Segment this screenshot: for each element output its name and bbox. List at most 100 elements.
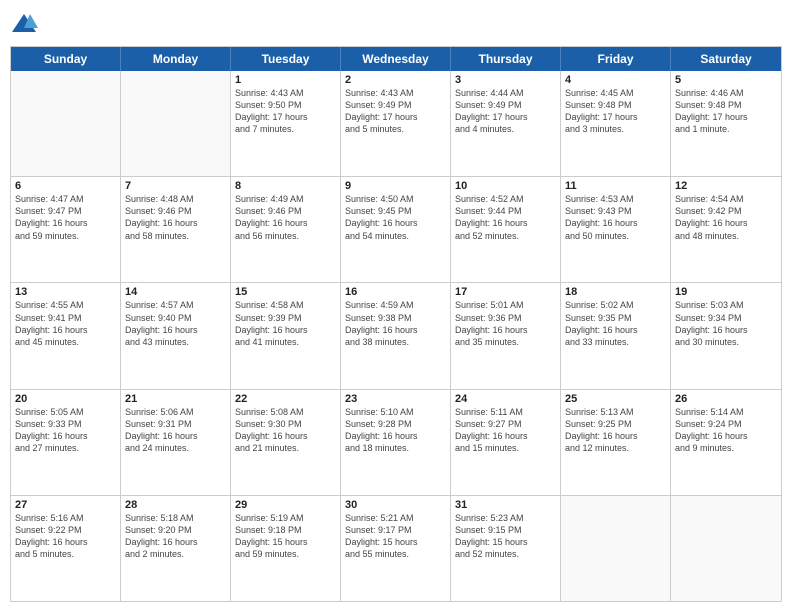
cell-line: Sunset: 9:24 PM [675, 418, 777, 430]
cal-cell-3: 3Sunrise: 4:44 AMSunset: 9:49 PMDaylight… [451, 71, 561, 176]
header-day-friday: Friday [561, 47, 671, 71]
cell-line: Sunset: 9:31 PM [125, 418, 226, 430]
day-number: 2 [345, 74, 446, 86]
day-number: 10 [455, 180, 556, 192]
cell-line: Sunset: 9:30 PM [235, 418, 336, 430]
cell-line: Sunrise: 4:58 AM [235, 299, 336, 311]
cell-line: Daylight: 17 hours [565, 111, 666, 123]
cell-line: Sunrise: 5:05 AM [15, 406, 116, 418]
day-number: 7 [125, 180, 226, 192]
day-number: 11 [565, 180, 666, 192]
cell-line: Daylight: 16 hours [125, 217, 226, 229]
cell-line: Daylight: 16 hours [455, 430, 556, 442]
day-number: 19 [675, 286, 777, 298]
day-number: 3 [455, 74, 556, 86]
cal-cell-27: 27Sunrise: 5:16 AMSunset: 9:22 PMDayligh… [11, 496, 121, 601]
cal-cell-5: 5Sunrise: 4:46 AMSunset: 9:48 PMDaylight… [671, 71, 781, 176]
cell-line: Sunrise: 4:45 AM [565, 87, 666, 99]
cell-line: Sunrise: 5:14 AM [675, 406, 777, 418]
cal-cell-26: 26Sunrise: 5:14 AMSunset: 9:24 PMDayligh… [671, 390, 781, 495]
cell-line: and 55 minutes. [345, 548, 446, 560]
cell-line: and 27 minutes. [15, 442, 116, 454]
cell-line: and 41 minutes. [235, 336, 336, 348]
day-number: 1 [235, 74, 336, 86]
cell-line: and 50 minutes. [565, 230, 666, 242]
cell-line: and 43 minutes. [125, 336, 226, 348]
cell-line: Daylight: 16 hours [15, 217, 116, 229]
cell-line: and 4 minutes. [455, 123, 556, 135]
day-number: 23 [345, 393, 446, 405]
logo-icon [10, 10, 38, 38]
cal-cell-10: 10Sunrise: 4:52 AMSunset: 9:44 PMDayligh… [451, 177, 561, 282]
cell-line: Daylight: 16 hours [125, 430, 226, 442]
cal-cell-25: 25Sunrise: 5:13 AMSunset: 9:25 PMDayligh… [561, 390, 671, 495]
cal-cell-24: 24Sunrise: 5:11 AMSunset: 9:27 PMDayligh… [451, 390, 561, 495]
cell-line: Sunset: 9:40 PM [125, 312, 226, 324]
header-day-monday: Monday [121, 47, 231, 71]
cal-cell-19: 19Sunrise: 5:03 AMSunset: 9:34 PMDayligh… [671, 283, 781, 388]
cal-cell-4: 4Sunrise: 4:45 AMSunset: 9:48 PMDaylight… [561, 71, 671, 176]
cell-line: Daylight: 16 hours [235, 430, 336, 442]
cell-line: Sunrise: 5:16 AM [15, 512, 116, 524]
cell-line: Sunset: 9:18 PM [235, 524, 336, 536]
cell-line: Daylight: 16 hours [125, 324, 226, 336]
cell-line: Sunrise: 5:21 AM [345, 512, 446, 524]
cell-line: Daylight: 16 hours [455, 217, 556, 229]
cell-line: and 1 minute. [675, 123, 777, 135]
cell-line: Sunset: 9:46 PM [235, 205, 336, 217]
cell-line: Daylight: 16 hours [345, 217, 446, 229]
cell-line: Daylight: 16 hours [675, 217, 777, 229]
cell-line: Sunset: 9:36 PM [455, 312, 556, 324]
day-number: 29 [235, 499, 336, 511]
day-number: 31 [455, 499, 556, 511]
cell-line: Sunset: 9:25 PM [565, 418, 666, 430]
cell-line: Daylight: 17 hours [235, 111, 336, 123]
cal-cell-23: 23Sunrise: 5:10 AMSunset: 9:28 PMDayligh… [341, 390, 451, 495]
day-number: 18 [565, 286, 666, 298]
cell-line: Sunset: 9:46 PM [125, 205, 226, 217]
cell-line: and 59 minutes. [15, 230, 116, 242]
cal-cell-30: 30Sunrise: 5:21 AMSunset: 9:17 PMDayligh… [341, 496, 451, 601]
cell-line: Sunset: 9:33 PM [15, 418, 116, 430]
cell-line: Daylight: 16 hours [345, 324, 446, 336]
day-number: 30 [345, 499, 446, 511]
cell-line: Sunset: 9:43 PM [565, 205, 666, 217]
cell-line: Sunrise: 4:47 AM [15, 193, 116, 205]
cal-cell-1: 1Sunrise: 4:43 AMSunset: 9:50 PMDaylight… [231, 71, 341, 176]
day-number: 15 [235, 286, 336, 298]
cell-line: Sunrise: 5:03 AM [675, 299, 777, 311]
cell-line: Sunrise: 4:53 AM [565, 193, 666, 205]
calendar-row-5: 27Sunrise: 5:16 AMSunset: 9:22 PMDayligh… [11, 496, 781, 601]
cell-line: Daylight: 16 hours [15, 536, 116, 548]
cell-line: Daylight: 16 hours [345, 430, 446, 442]
cell-line: Daylight: 16 hours [675, 430, 777, 442]
day-number: 9 [345, 180, 446, 192]
cell-line: Sunrise: 5:10 AM [345, 406, 446, 418]
cell-line: Sunrise: 5:01 AM [455, 299, 556, 311]
calendar-header: SundayMondayTuesdayWednesdayThursdayFrid… [11, 47, 781, 71]
calendar-body: 1Sunrise: 4:43 AMSunset: 9:50 PMDaylight… [11, 71, 781, 601]
cell-line: Daylight: 15 hours [345, 536, 446, 548]
day-number: 21 [125, 393, 226, 405]
cell-line: Sunrise: 4:44 AM [455, 87, 556, 99]
cal-cell-21: 21Sunrise: 5:06 AMSunset: 9:31 PMDayligh… [121, 390, 231, 495]
cal-cell-2: 2Sunrise: 4:43 AMSunset: 9:49 PMDaylight… [341, 71, 451, 176]
cell-line: and 59 minutes. [235, 548, 336, 560]
day-number: 25 [565, 393, 666, 405]
cal-cell-11: 11Sunrise: 4:53 AMSunset: 9:43 PMDayligh… [561, 177, 671, 282]
cell-line: Sunrise: 4:55 AM [15, 299, 116, 311]
header-day-sunday: Sunday [11, 47, 121, 71]
cal-cell-7: 7Sunrise: 4:48 AMSunset: 9:46 PMDaylight… [121, 177, 231, 282]
cell-line: Sunset: 9:15 PM [455, 524, 556, 536]
cell-line: and 3 minutes. [565, 123, 666, 135]
calendar-row-4: 20Sunrise: 5:05 AMSunset: 9:33 PMDayligh… [11, 390, 781, 496]
cal-cell-8: 8Sunrise: 4:49 AMSunset: 9:46 PMDaylight… [231, 177, 341, 282]
cell-line: Sunrise: 4:46 AM [675, 87, 777, 99]
cell-line: Sunrise: 4:59 AM [345, 299, 446, 311]
cell-line: Sunrise: 4:57 AM [125, 299, 226, 311]
cell-line: and 15 minutes. [455, 442, 556, 454]
cell-line: Sunrise: 4:43 AM [235, 87, 336, 99]
header-day-wednesday: Wednesday [341, 47, 451, 71]
cell-line: Sunset: 9:48 PM [675, 99, 777, 111]
cell-line: Sunrise: 5:23 AM [455, 512, 556, 524]
